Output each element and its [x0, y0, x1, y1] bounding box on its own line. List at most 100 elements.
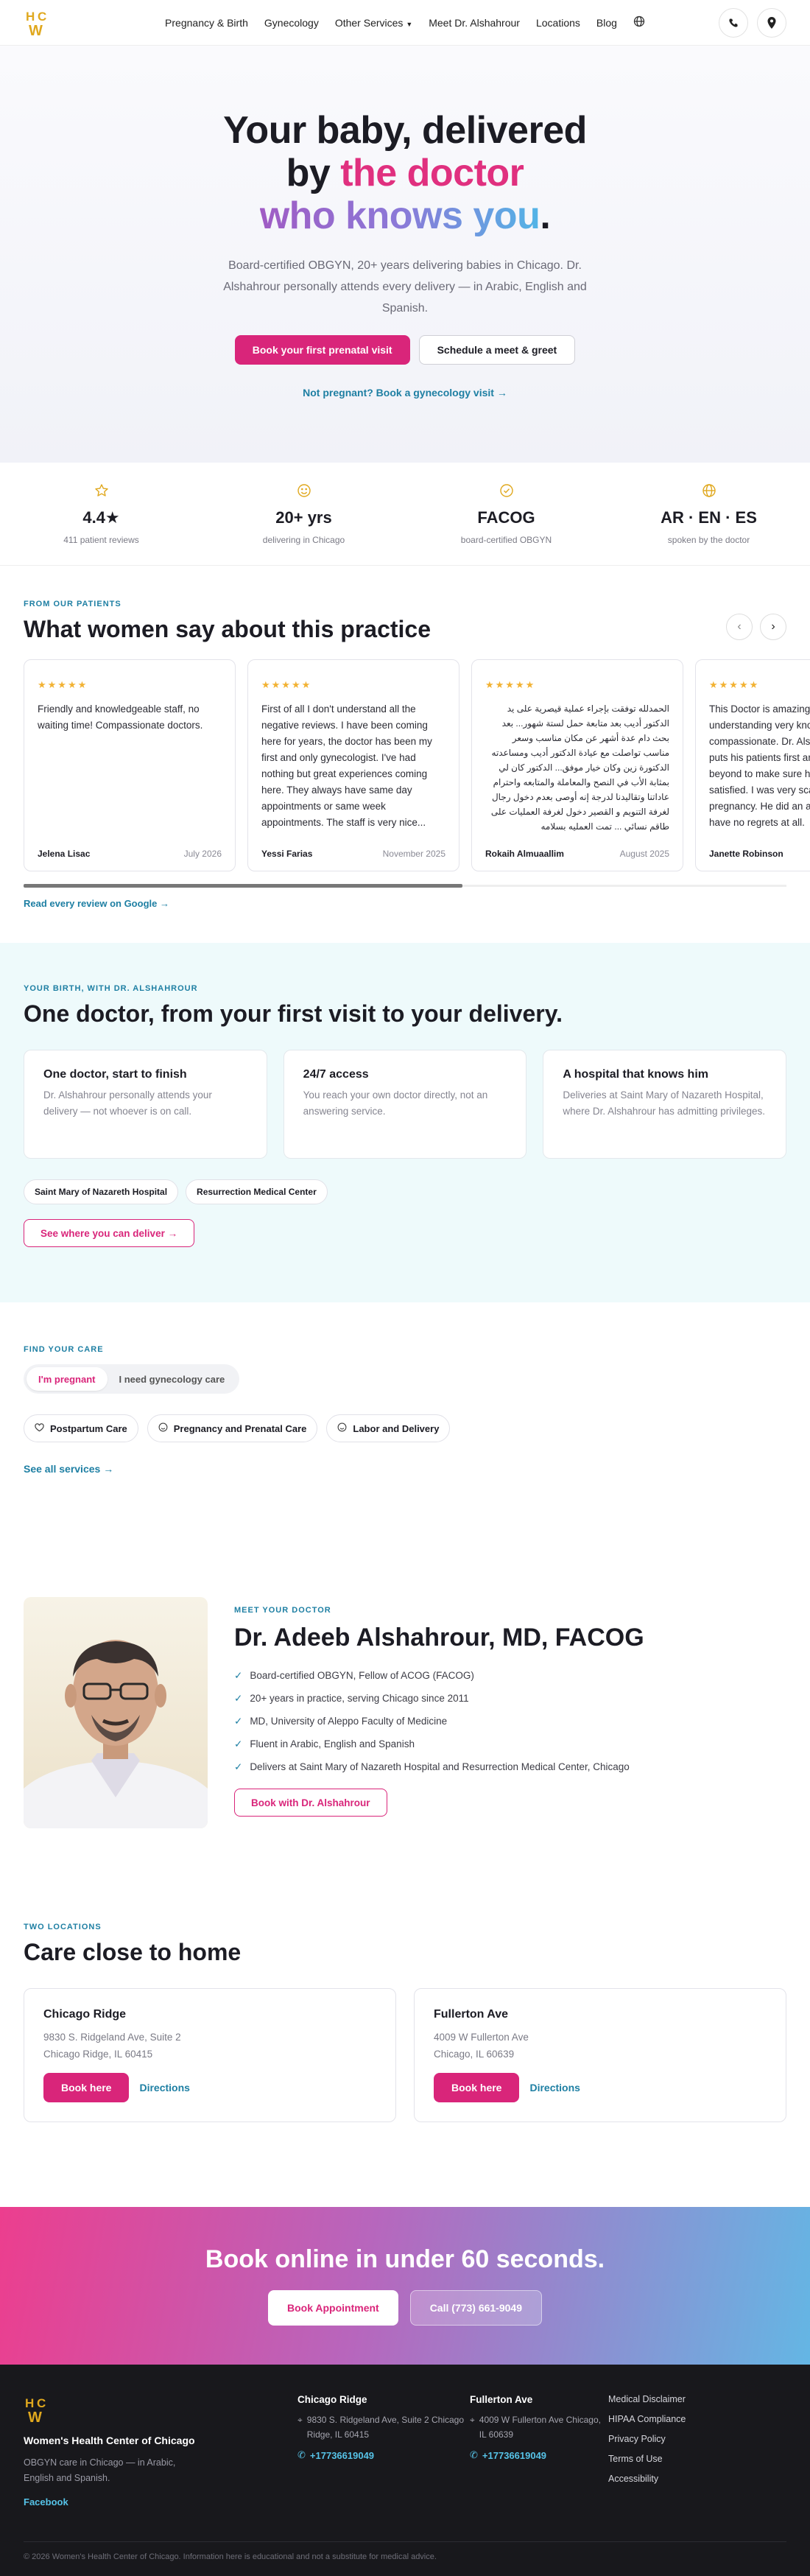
reviewer-name: Yessi Farias — [261, 849, 313, 859]
footer-link-hipaa[interactable]: HIPAA Compliance — [608, 2414, 686, 2424]
location-name: Chicago Ridge — [43, 2008, 127, 2021]
see-where-deliver-button[interactable]: See where you can deliver → — [24, 1219, 195, 1247]
reviews-carousel[interactable]: ★★★★★ Friendly and knowledgeable staff, … — [24, 659, 810, 871]
cta-title: Book online in under 60 seconds. — [205, 2245, 605, 2273]
location-card: Chicago Ridge 9830 S. Ridgeland Ave, Sui… — [24, 1988, 396, 2122]
reviewer-name: Janette Robinson — [709, 849, 783, 859]
feature-text: You reach your own doctor directly, not … — [303, 1089, 488, 1117]
footer-brand: Women's Health Center of Chicago — [24, 2435, 195, 2446]
hero-period: . — [540, 194, 551, 237]
locations-section: TWO LOCATIONS Care close to home Chicago… — [0, 1890, 810, 2207]
stat-rating: 4.4★ 411 patient reviews — [0, 483, 202, 545]
reviewer-name: Jelena Lisac — [38, 849, 91, 859]
credential-item: ✓ MD, University of Aleppo Faculty of Med… — [234, 1710, 644, 1733]
footer-link-accessibility[interactable]: Accessibility — [608, 2474, 686, 2484]
tab-gynecology[interactable]: I need gynecology care — [108, 1367, 237, 1391]
footer-phone-link[interactable]: +17736619049 — [310, 2450, 374, 2461]
nav-link-meet-doctor[interactable]: Meet Dr. Alshahrour — [429, 17, 520, 29]
feature-text: Deliveries at Saint Mary of Nazareth Hos… — [563, 1089, 765, 1117]
google-reviews-link[interactable]: Read every review on Google → — [24, 898, 786, 909]
stats-bar: 4.4★ 411 patient reviews 20+ yrs deliver… — [0, 463, 810, 566]
location-card: Fullerton Ave 4009 W Fullerton Ave Chicag… — [414, 1988, 786, 2122]
all-services-link[interactable]: See all services → — [24, 1463, 786, 1475]
delivery-eyebrow: YOUR BIRTH, WITH DR. ALSHAHROUR — [24, 984, 198, 993]
directions-link[interactable]: Directions — [529, 2082, 580, 2094]
reviews-eyebrow: FROM OUR PATIENTS — [24, 600, 122, 608]
reviews-title: What women say about this practice — [24, 616, 431, 642]
book-with-doctor-button[interactable]: Book with Dr. Alshahrour — [234, 1789, 387, 1817]
carousel-scrollbar[interactable] — [24, 882, 786, 889]
smile-icon — [202, 483, 405, 499]
map-pin-icon: ⌖ — [297, 2415, 303, 2425]
footer-address: 4009 W Fullerton Ave Chicago, IL 60639 — [479, 2415, 601, 2440]
star-icon — [0, 483, 202, 499]
credential-item: ✓ 20+ years in practice, serving Chicago … — [234, 1687, 644, 1710]
credential-text: MD, University of Aleppo Faculty of Medi… — [250, 1716, 448, 1727]
call-button[interactable]: Call (773) 661-9049 — [409, 2290, 542, 2326]
review-card: ★★★★★ This Doctor is amazing, very under… — [695, 659, 810, 871]
directions-link[interactable]: Directions — [139, 2082, 189, 2094]
location-address-line: Chicago Ridge, IL 60415 — [43, 2049, 153, 2060]
review-card: ★★★★★ الحمدلله توفقت بإجراء عملية قيصرية… — [471, 659, 683, 871]
review-text: First of all I don't understand all the … — [261, 703, 432, 828]
service-prenatal[interactable]: Pregnancy and Prenatal Care — [147, 1414, 318, 1442]
footer-link-disclaimer[interactable]: Medical Disclaimer — [608, 2394, 686, 2404]
footer-location-title: Fullerton Ave — [470, 2394, 533, 2405]
review-stars: ★★★★★ — [261, 679, 312, 690]
location-name: Fullerton Ave — [434, 2008, 509, 2021]
footer-link-privacy[interactable]: Privacy Policy — [608, 2434, 686, 2444]
stat-label: board-certified OBGYN — [460, 534, 552, 545]
review-card: ★★★★★ First of all I don't understand al… — [247, 659, 459, 871]
footer-location-title: Chicago Ridge — [297, 2394, 367, 2405]
meet-greet-button[interactable]: Schedule a meet & greet — [418, 335, 576, 365]
service-labor[interactable]: Labor and Delivery — [326, 1414, 451, 1442]
delivery-title: One doctor, from your first visit to you… — [24, 1000, 563, 1027]
stat-languages: AR · EN · ES spoken by the doctor — [608, 483, 810, 545]
facebook-link[interactable]: Facebook — [24, 2496, 297, 2507]
nav-link-pregnancy[interactable]: Pregnancy & Birth — [165, 17, 248, 29]
service-label: Postpartum Care — [50, 1422, 127, 1434]
hero-headline: Your baby, delivered by the doctor who k… — [0, 109, 810, 237]
footer-link-terms[interactable]: Terms of Use — [608, 2454, 686, 2464]
nav-link-locations[interactable]: Locations — [536, 17, 580, 29]
nav-link-other-services[interactable]: Other Services ▼ — [335, 17, 412, 29]
chevron-down-icon: ▼ — [406, 20, 413, 28]
service-label: Pregnancy and Prenatal Care — [173, 1422, 307, 1434]
hero-section: Your baby, delivered by the doctor who k… — [0, 46, 810, 463]
review-stars: ★★★★★ — [38, 679, 88, 690]
stat-value: 4.4★ — [82, 508, 120, 527]
gynecology-visit-link[interactable]: Not pregnant? Book a gynecology visit → — [0, 387, 810, 399]
footer-logo[interactable]: H C W — [24, 2394, 297, 2429]
feature-card: One doctor, start to finish Dr. Alshahro… — [24, 1050, 267, 1159]
hero-line-2a: by — [286, 152, 341, 194]
book-prenatal-button[interactable]: Book your first prenatal visit — [234, 335, 410, 365]
location-address-line: 9830 S. Ridgeland Ave, Suite 2 — [43, 2032, 181, 2043]
globe-icon[interactable] — [633, 15, 645, 29]
feature-card: A hospital that knows him Deliveries at … — [543, 1050, 787, 1159]
stat-label: 411 patient reviews — [63, 534, 139, 545]
footer-phone-link[interactable]: +17736619049 — [482, 2450, 546, 2461]
footer: H C W Women's Health Center of Chicago O… — [0, 2365, 810, 2576]
scrollbar-thumb[interactable] — [24, 884, 462, 888]
copyright: © 2026 Women's Health Center of Chicago.… — [24, 2541, 786, 2561]
stat-facog: FACOG board-certified OBGYN — [405, 483, 608, 545]
feature-card: 24/7 access You reach your own doctor di… — [283, 1050, 527, 1159]
nav-link-blog[interactable]: Blog — [596, 17, 617, 29]
carousel-prev-button[interactable]: ‹ — [726, 614, 753, 640]
footer-address: 9830 S. Ridgeland Ave, Suite 2 Chicago R… — [306, 2415, 465, 2440]
review-date: November 2025 — [382, 849, 446, 859]
review-stars: ★★★★★ — [485, 679, 536, 690]
nav-link-gynecology[interactable]: Gynecology — [264, 17, 319, 29]
book-here-button[interactable]: Book here — [43, 2073, 130, 2102]
book-here-button[interactable]: Book here — [434, 2073, 520, 2102]
tab-pregnant[interactable]: I'm pregnant — [27, 1367, 108, 1391]
book-appointment-button[interactable]: Book Appointment — [268, 2290, 398, 2326]
nav-link-label: Other Services — [334, 16, 404, 29]
carousel-next-button[interactable]: › — [760, 614, 786, 640]
credential-item: ✓ Board-certified OBGYN, Fellow of ACOG (… — [234, 1664, 644, 1687]
doctor-credentials: ✓ Board-certified OBGYN, Fellow of ACOG (… — [234, 1664, 644, 1778]
stat-value: 20+ yrs — [275, 508, 332, 527]
service-postpartum[interactable]: Postpartum Care — [24, 1414, 138, 1442]
credential-item: ✓ Delivers at Saint Mary of Nazareth Hosp… — [234, 1755, 644, 1778]
hero-line-2b: the doctor — [340, 152, 524, 194]
